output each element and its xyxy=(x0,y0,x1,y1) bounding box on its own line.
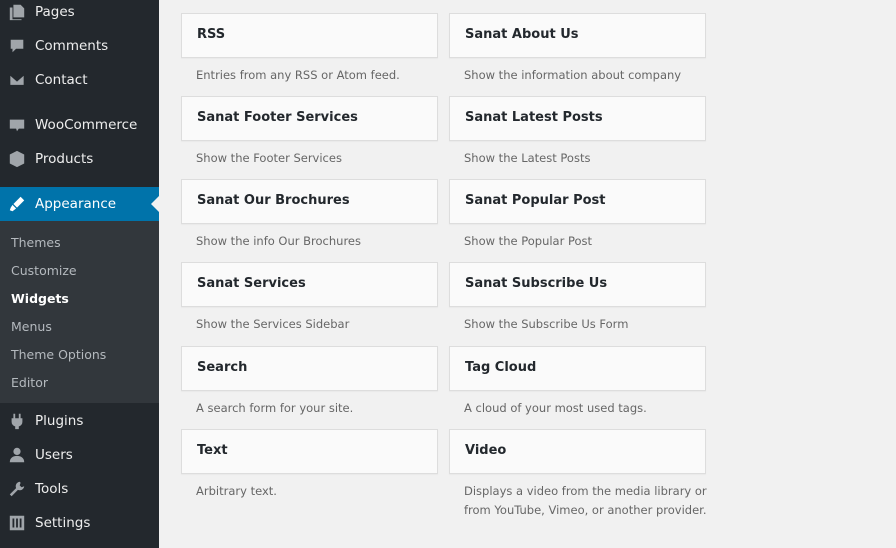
widget-sanat-our-brochures[interactable]: Sanat Our Brochures xyxy=(181,179,438,224)
widget-description: Show the Latest Posts xyxy=(464,151,591,165)
widget-description: Arbitrary text. xyxy=(196,484,277,498)
widget-rss[interactable]: RSS xyxy=(181,13,438,58)
menu-item-pages[interactable]: Pages xyxy=(0,0,159,29)
active-indicator-arrow xyxy=(151,196,159,212)
widget-description: Show the Footer Services xyxy=(196,151,342,165)
widget-title: Search xyxy=(197,360,248,375)
menu-item-users[interactable]: Users xyxy=(0,438,159,472)
widget-description: A cloud of your most used tags. xyxy=(464,401,647,415)
menu-item-products[interactable]: Products xyxy=(0,142,159,176)
widget-sanat-subscribe-us[interactable]: Sanat Subscribe Us xyxy=(449,262,706,307)
widget-description: A search form for your site. xyxy=(196,401,354,415)
settings-icon xyxy=(8,514,26,532)
widget-title: Sanat Latest Posts xyxy=(465,110,603,125)
menu-item-label: Settings xyxy=(35,515,91,531)
menu-item-tools[interactable]: Tools xyxy=(0,472,159,506)
menu-item-label: Users xyxy=(35,447,73,463)
menu-item-settings[interactable]: Settings xyxy=(0,506,159,540)
products-icon xyxy=(8,150,26,168)
widget-title: Sanat Footer Services xyxy=(197,110,358,125)
menu-item-plugins[interactable]: Plugins xyxy=(0,404,159,438)
widget-tag-cloud[interactable]: Tag Cloud xyxy=(449,346,706,391)
widget-sanat-popular-post[interactable]: Sanat Popular Post xyxy=(449,179,706,224)
admin-sidebar: Pages Comments Contact WooCommerce Produ… xyxy=(0,0,159,548)
widget-title: Sanat Popular Post xyxy=(465,193,606,208)
contact-icon xyxy=(8,71,26,89)
comments-icon xyxy=(8,37,26,55)
widget-description: Show the Popular Post xyxy=(464,234,593,248)
menu-item-label: Tools xyxy=(35,481,69,497)
widget-title: Text xyxy=(197,443,228,458)
submenu-item-editor[interactable]: Editor xyxy=(11,375,48,390)
menu-item-label: Plugins xyxy=(35,413,84,429)
appearance-icon xyxy=(8,195,26,213)
widget-description: Displays a video from the media library … xyxy=(464,484,707,517)
menu-item-label: WooCommerce xyxy=(35,117,138,133)
submenu-item-menus[interactable]: Menus xyxy=(11,319,52,334)
plugins-icon xyxy=(8,412,26,430)
widget-title: RSS xyxy=(197,27,226,42)
widget-search[interactable]: Search xyxy=(181,346,438,391)
menu-item-label: Appearance xyxy=(35,196,117,212)
menu-item-label: Products xyxy=(35,151,94,167)
widget-description: Show the info Our Brochures xyxy=(196,234,362,248)
widget-description: Entries from any RSS or Atom feed. xyxy=(196,68,400,82)
widget-video[interactable]: Video xyxy=(449,429,706,474)
widget-title: Video xyxy=(465,443,507,458)
widget-description: Show the information about company xyxy=(464,68,682,82)
widget-title: Tag Cloud xyxy=(465,360,537,375)
widget-sanat-latest-posts[interactable]: Sanat Latest Posts xyxy=(449,96,706,141)
submenu-item-customize[interactable]: Customize xyxy=(11,263,77,278)
widget-sanat-about-us[interactable]: Sanat About Us xyxy=(449,13,706,58)
widget-description: Show the Services Sidebar xyxy=(196,317,350,331)
widget-title: Sanat Our Brochures xyxy=(197,193,350,208)
submenu-item-widgets[interactable]: Widgets xyxy=(11,291,69,306)
submenu-item-theme-options[interactable]: Theme Options xyxy=(11,347,106,362)
menu-item-comments[interactable]: Comments xyxy=(0,29,159,63)
menu-item-label: Comments xyxy=(35,38,109,54)
widget-sanat-footer-services[interactable]: Sanat Footer Services xyxy=(181,96,438,141)
widget-title: Sanat About Us xyxy=(465,27,579,42)
menu-item-contact[interactable]: Contact xyxy=(0,63,159,97)
tools-icon xyxy=(8,480,26,498)
widget-description: Show the Subscribe Us Form xyxy=(464,317,629,331)
widget-title: Sanat Subscribe Us xyxy=(465,276,608,291)
users-icon xyxy=(8,446,26,464)
menu-item-label: Pages xyxy=(35,4,75,20)
menu-item-woocommerce[interactable]: WooCommerce xyxy=(0,108,159,142)
menu-item-label: Contact xyxy=(35,72,88,88)
menu-item-appearance[interactable]: Appearance xyxy=(0,187,159,221)
submenu-item-themes[interactable]: Themes xyxy=(11,235,61,250)
pages-icon xyxy=(8,3,26,21)
widget-sanat-services[interactable]: Sanat Services xyxy=(181,262,438,307)
appearance-submenu: Themes Customize Widgets Menus Theme Opt… xyxy=(0,221,159,403)
widget-text[interactable]: Text xyxy=(181,429,438,474)
woocommerce-icon xyxy=(8,116,26,134)
widget-title: Sanat Services xyxy=(197,276,306,291)
